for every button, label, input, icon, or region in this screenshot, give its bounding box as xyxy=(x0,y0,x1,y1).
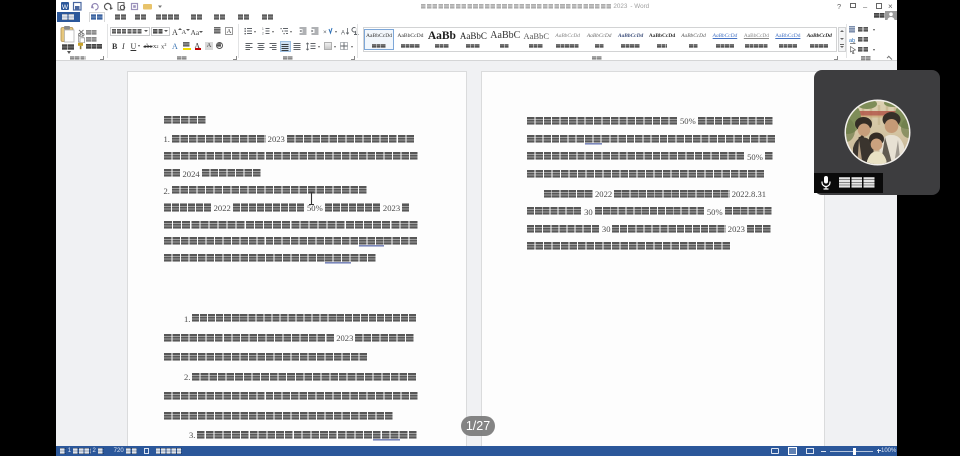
svg-text:A: A xyxy=(341,30,345,35)
svg-text:×: × xyxy=(323,29,327,35)
svg-text:2: 2 xyxy=(262,32,264,36)
svg-text:W: W xyxy=(62,4,69,11)
svg-text:1: 1 xyxy=(262,27,264,31)
